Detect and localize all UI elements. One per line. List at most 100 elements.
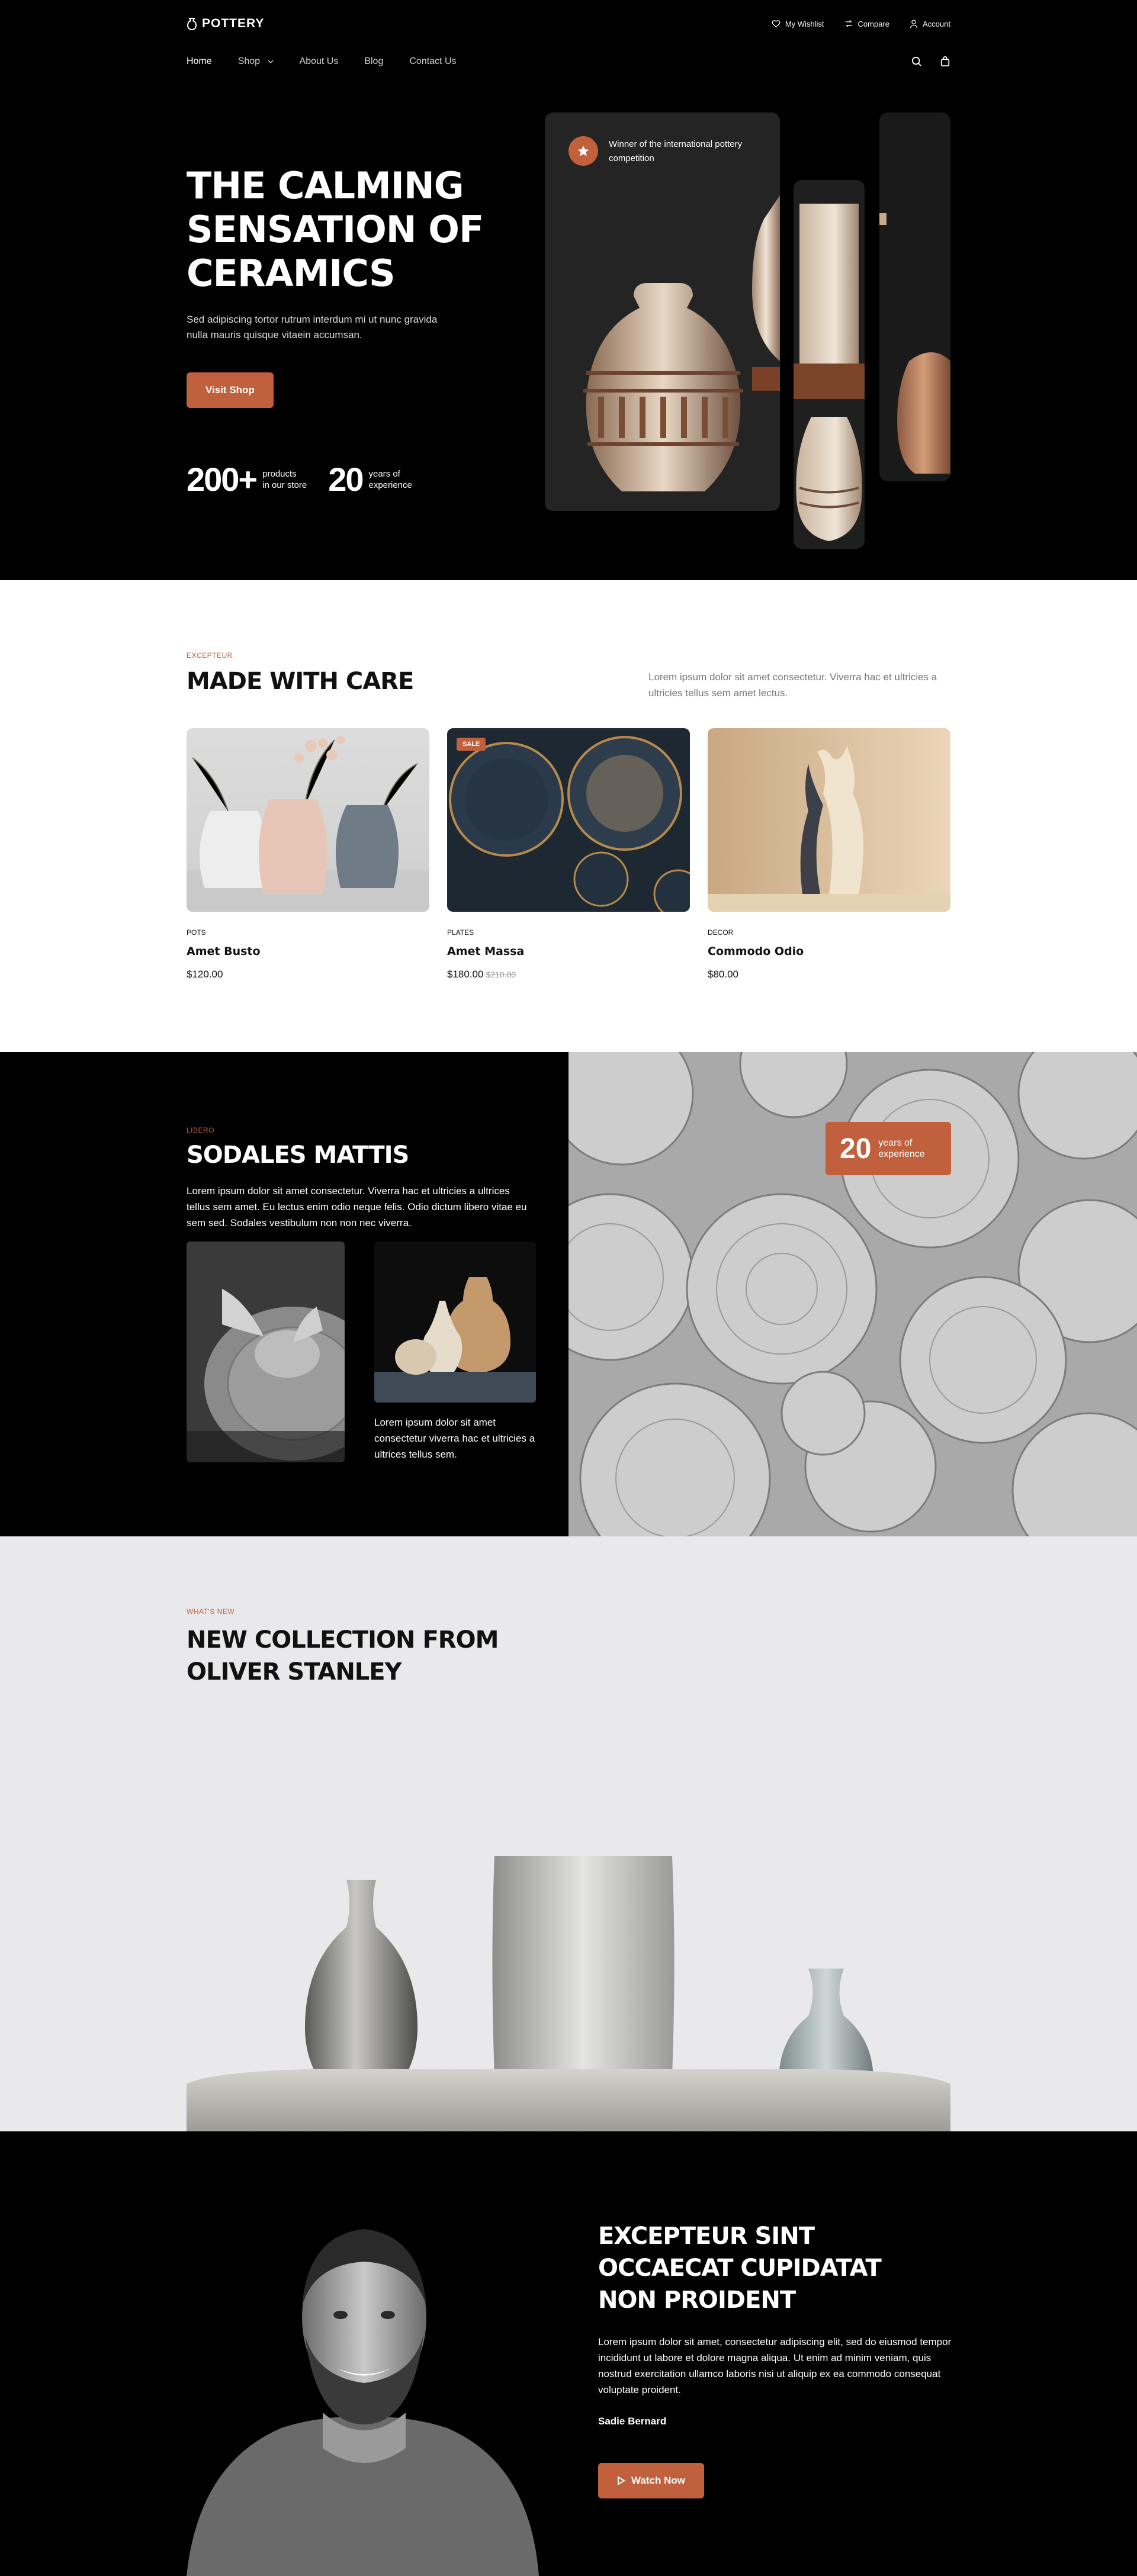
wishlist-link[interactable]: My Wishlist [772, 20, 824, 28]
experience-number: 20 [840, 1133, 872, 1165]
hero-title: THE CALMING SENSATION OF CERAMICS [187, 164, 494, 295]
hero-title-line: THE CALMING [187, 164, 464, 207]
watch-now-label: Watch Now [631, 2475, 685, 2486]
product-name[interactable]: Commodo Odio [708, 945, 950, 958]
hero-description: Sed adipiscing tortor rutrum interdum mi… [187, 314, 438, 340]
vase-strip-image [879, 213, 950, 474]
collection-vases-graphic [187, 1856, 950, 2131]
chevron-down-icon [267, 59, 274, 63]
nav-shop[interactable]: Shop [238, 56, 274, 67]
care-header: EXCEPTEUR MADE WITH CARE Lorem ipsum dol… [187, 651, 950, 699]
nav-about[interactable]: About Us [300, 56, 339, 67]
price-current: $80.00 [708, 969, 738, 980]
search-icon[interactable] [911, 56, 922, 67]
new-collection-section: WHAT'S NEW NEW COLLECTION FROM OLIVER ST… [0, 1536, 1137, 2131]
hero-stats: 200+ products in our store 20 years of exp… [187, 460, 494, 499]
sodales-caption: Lorem ipsum dolor sit amet consectetur v… [374, 1417, 535, 1460]
nav-blog[interactable]: Blog [364, 56, 383, 67]
account-label: Account [923, 19, 950, 28]
stat-experience: 20 years of experience [328, 460, 412, 499]
person-graphic [187, 2229, 539, 2576]
care-eyebrow: EXCEPTEUR [187, 651, 233, 660]
stat-label: years of experience [368, 468, 412, 491]
person-image [187, 2199, 539, 2576]
nav-home[interactable]: Home [187, 56, 212, 67]
experience-label-line: experience [878, 1149, 925, 1159]
stat-number: 200+ [187, 461, 258, 498]
hero-strip-card [879, 112, 950, 481]
nav-icons [911, 56, 950, 67]
cart-icon[interactable] [940, 56, 950, 67]
collection-title-line: OLIVER STANLEY [187, 1658, 402, 1686]
watch-now-button[interactable]: Watch Now [598, 2463, 704, 2498]
product-name[interactable]: Amet Massa [447, 945, 690, 958]
nav-menu: Home Shop About Us Blog Contact Us [187, 56, 457, 67]
hero-section: THE CALMING SENSATION OF CERAMICS Sed ad… [0, 87, 1137, 580]
plates-image: 20 years of experience [568, 1052, 1137, 1536]
product-card[interactable]: DECOR Commodo Odio $80.00 [708, 728, 950, 980]
testimonial-author: Sadie Bernard [598, 2416, 667, 2427]
price-current: $180.00 [447, 969, 484, 980]
stat-products: 200+ products in our store [187, 460, 307, 499]
product-card[interactable]: SALE PLATES Amet Massa $180.00 $210.00 [447, 728, 690, 980]
compare-label: Compare [857, 19, 890, 28]
testimonial-title: EXCEPTEUR SINT OCCAECAT CUPIDATAT NON PR… [598, 2220, 953, 2316]
product-card[interactable]: POTS Amet Busto $120.00 [187, 728, 429, 980]
utility-links: My Wishlist Compare Account [772, 20, 950, 28]
product-price: $80.00 [708, 969, 950, 980]
account-link[interactable]: Account [910, 20, 950, 28]
price-current: $120.00 [187, 969, 223, 980]
collection-header: WHAT'S NEW NEW COLLECTION FROM OLIVER ST… [187, 1607, 499, 1688]
product-category: PLATES [447, 928, 474, 937]
testimonial-title-line: EXCEPTEUR SINT [598, 2223, 815, 2250]
logo-text: POTTERY [202, 17, 265, 30]
product-image[interactable]: SALE [447, 728, 690, 912]
sodales-title: SODALES MATTIS [187, 1141, 409, 1169]
collection-eyebrow: WHAT'S NEW [187, 1607, 235, 1616]
testimonial-section: EXCEPTEUR SINT OCCAECAT CUPIDATAT NON PR… [0, 2131, 1137, 2576]
pots-image [187, 736, 429, 912]
collection-image [187, 1785, 950, 2131]
compare-icon [845, 20, 852, 28]
main-nav: Home Shop About Us Blog Contact Us [187, 47, 950, 87]
wishlist-label: My Wishlist [785, 19, 824, 28]
pottery-wheel-image [187, 1242, 345, 1462]
hero-strip-card [794, 180, 865, 549]
product-image[interactable] [708, 728, 950, 912]
user-icon [910, 20, 918, 28]
site-header: POTTERY My Wishlist Compare Account Home… [0, 0, 1137, 87]
vase-image [583, 195, 780, 491]
collection-title-line: NEW COLLECTION FROM [187, 1626, 499, 1654]
product-category: DECOR [708, 928, 734, 937]
experience-label-line: years of [878, 1138, 913, 1148]
sodales-side: Lorem ipsum dolor sit amet consectetur v… [374, 1242, 536, 1462]
decor-image [708, 746, 950, 912]
sodales-description: Lorem ipsum dolor sit amet consectetur. … [187, 1185, 527, 1228]
hero-title-line: CERAMICS [187, 252, 396, 295]
made-with-care-section: EXCEPTEUR MADE WITH CARE Lorem ipsum dol… [0, 580, 1137, 1052]
stat-label-line: experience [368, 480, 412, 490]
stat-label: products in our store [262, 468, 307, 491]
product-image[interactable] [187, 728, 429, 912]
sodales-content: LIBERO SODALES MATTIS Lorem ipsum dolor … [187, 1126, 536, 1462]
testimonial-title-line: NON PROIDENT [598, 2286, 796, 2314]
product-category: POTS [187, 928, 206, 937]
logo-icon [187, 18, 197, 30]
stat-label-line: years of [368, 468, 400, 479]
collection-title: NEW COLLECTION FROM OLIVER STANLEY [187, 1624, 499, 1688]
logo[interactable]: POTTERY [187, 17, 264, 31]
visit-shop-button[interactable]: Visit Shop [187, 372, 274, 408]
compare-link[interactable]: Compare [844, 20, 889, 28]
stat-number: 20 [328, 461, 364, 498]
sodales-section: LIBERO SODALES MATTIS Lorem ipsum dolor … [0, 1052, 1137, 1536]
hero-vase-card: Winner of the international pottery comp… [545, 112, 780, 511]
product-name[interactable]: Amet Busto [187, 945, 429, 958]
sodales-images: Lorem ipsum dolor sit amet consectetur v… [187, 1242, 536, 1462]
care-description: Lorem ipsum dolor sit amet consectetur. … [648, 671, 937, 699]
experience-badge: 20 years of experience [826, 1122, 951, 1175]
nav-shop-label: Shop [237, 56, 261, 66]
nav-contact[interactable]: Contact Us [409, 56, 456, 67]
vase-strip-image [794, 204, 865, 541]
vases-image [374, 1242, 536, 1403]
product-price: $120.00 [187, 969, 429, 980]
